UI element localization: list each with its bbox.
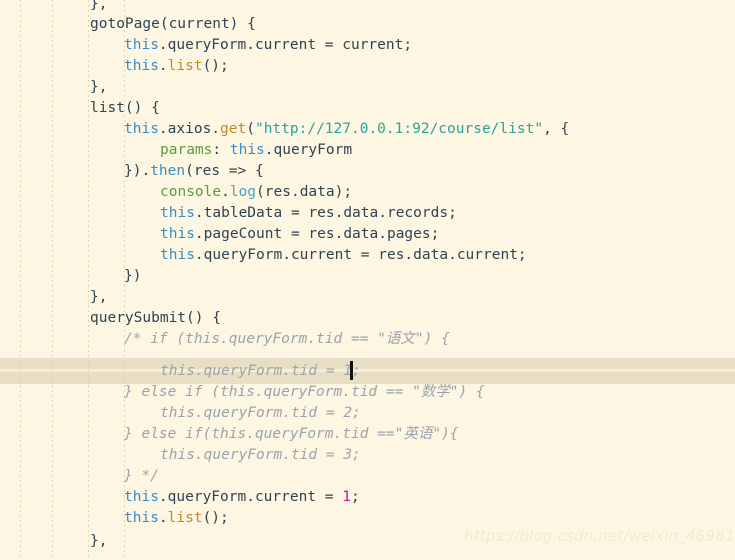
code-line[interactable]: }) <box>124 266 141 287</box>
code-token: } else if(this.queryForm.tid =="英语"){ <box>124 426 459 442</box>
code-token: get <box>220 121 247 137</box>
code-token: , { <box>543 121 570 137</box>
code-token: }, <box>90 0 108 12</box>
code-line[interactable]: this.queryForm.current = res.data.curren… <box>160 245 527 266</box>
code-token: this <box>124 58 159 74</box>
code-token: this <box>124 489 159 505</box>
code-token: this <box>124 510 159 526</box>
blog-watermark: https://blog.csdn.net/weixin_46981685 <box>464 527 735 545</box>
code-token: (); <box>202 58 229 74</box>
code-line[interactable]: this.list(); <box>124 508 229 529</box>
indent-guide-0 <box>20 0 21 560</box>
current-line-midstripe <box>0 369 735 372</box>
code-token: (); <box>202 510 229 526</box>
code-token: }, <box>90 79 108 95</box>
code-token: .queryForm.current = res.data.current; <box>194 247 527 263</box>
code-token: ; <box>350 489 360 505</box>
code-token: querySubmit <box>90 310 187 326</box>
code-token: .pageCount = res.data.pages; <box>194 226 440 242</box>
code-token: this.queryForm.tid = 3; <box>160 447 361 463</box>
code-token: }) <box>124 268 142 284</box>
code-line[interactable]: querySubmit() { <box>90 308 221 329</box>
code-token: ( <box>246 121 255 137</box>
code-line[interactable]: this.tableData = res.data.records; <box>160 203 457 224</box>
code-token: params <box>160 142 213 158</box>
code-token: .queryForm.current = current; <box>158 37 413 53</box>
current-line-highlight <box>0 358 735 384</box>
code-token: gotoPage <box>90 16 160 32</box>
code-token: this <box>124 37 159 53</box>
code-line[interactable]: list() { <box>90 98 160 119</box>
code-token: this <box>160 205 195 221</box>
code-token: list <box>167 58 203 74</box>
code-token: : <box>212 142 230 158</box>
code-token: /* if (this.queryForm.tid == "语文") { <box>124 331 450 347</box>
code-line[interactable]: }, <box>90 531 107 552</box>
indent-guides <box>0 0 735 560</box>
code-token: } else if (this.queryForm.tid == "数学") { <box>124 384 485 400</box>
indent-guide-2 <box>88 0 89 560</box>
text-caret <box>350 361 353 380</box>
code-token: (res.data); <box>256 184 353 200</box>
code-token: . <box>158 510 168 526</box>
code-token: this <box>160 247 195 263</box>
code-token: this.queryForm.tid = 2; <box>160 405 361 421</box>
code-token: () { <box>124 100 160 116</box>
code-line[interactable]: }).then(res => { <box>124 161 264 182</box>
code-token: }, <box>90 289 108 305</box>
code-line[interactable]: gotoPage(current) { <box>90 14 256 35</box>
code-token: (res => { <box>185 163 264 179</box>
code-line[interactable]: this.queryForm.current = 1; <box>124 487 360 508</box>
code-token: this <box>124 121 159 137</box>
code-line[interactable]: }, <box>90 0 107 15</box>
code-token: "http://127.0.0.1:92/course/list" <box>254 121 544 137</box>
code-token: this.queryForm.tid = 1; <box>160 363 361 379</box>
code-token: .queryForm <box>264 142 353 158</box>
code-line[interactable]: } else if (this.queryForm.tid == "数学") { <box>124 382 485 403</box>
code-line[interactable]: this.queryForm.tid = 1; <box>160 361 361 382</box>
code-line[interactable]: this.queryForm.current = current; <box>124 35 412 56</box>
code-line[interactable]: /* if (this.queryForm.tid == "语文") { <box>124 329 450 350</box>
code-token: then <box>150 163 186 179</box>
indent-guide-1 <box>52 0 53 560</box>
code-line[interactable]: this.pageCount = res.data.pages; <box>160 224 439 245</box>
code-token: . <box>158 58 168 74</box>
code-line[interactable]: this.queryForm.tid = 3; <box>160 445 361 466</box>
code-line[interactable]: this.axios.get("http://127.0.0.1:92/cour… <box>124 119 569 140</box>
code-token: () { <box>186 310 221 326</box>
code-token: this <box>160 226 195 242</box>
code-token: (current) { <box>159 16 256 32</box>
code-line[interactable]: } else if(this.queryForm.tid =="英语"){ <box>124 424 459 445</box>
code-token: 1 <box>342 489 351 505</box>
code-token: .queryForm.current = <box>158 489 343 505</box>
code-line[interactable]: this.queryForm.tid = 2; <box>160 403 361 424</box>
code-token: }). <box>124 163 151 179</box>
code-line[interactable]: this.list(); <box>124 56 229 77</box>
code-token: list <box>90 100 125 116</box>
code-token: this <box>229 142 265 158</box>
code-token: . <box>221 184 230 200</box>
code-line[interactable]: params: this.queryForm <box>160 140 352 161</box>
code-token: } */ <box>124 468 159 484</box>
code-line[interactable]: }, <box>90 77 107 98</box>
code-editor-pane[interactable]: }, gotoPage(current) {this.queryForm.curr… <box>0 0 735 560</box>
code-token: console <box>160 184 222 200</box>
code-token: list <box>167 510 203 526</box>
code-line[interactable]: console.log(res.data); <box>160 182 352 203</box>
code-token: .tableData = res.data.records; <box>194 205 457 221</box>
code-line[interactable]: }, <box>90 287 107 308</box>
code-token: }, <box>90 533 108 549</box>
code-token: .axios. <box>158 121 221 137</box>
code-token: log <box>229 184 257 200</box>
code-line[interactable]: } */ <box>124 466 159 487</box>
